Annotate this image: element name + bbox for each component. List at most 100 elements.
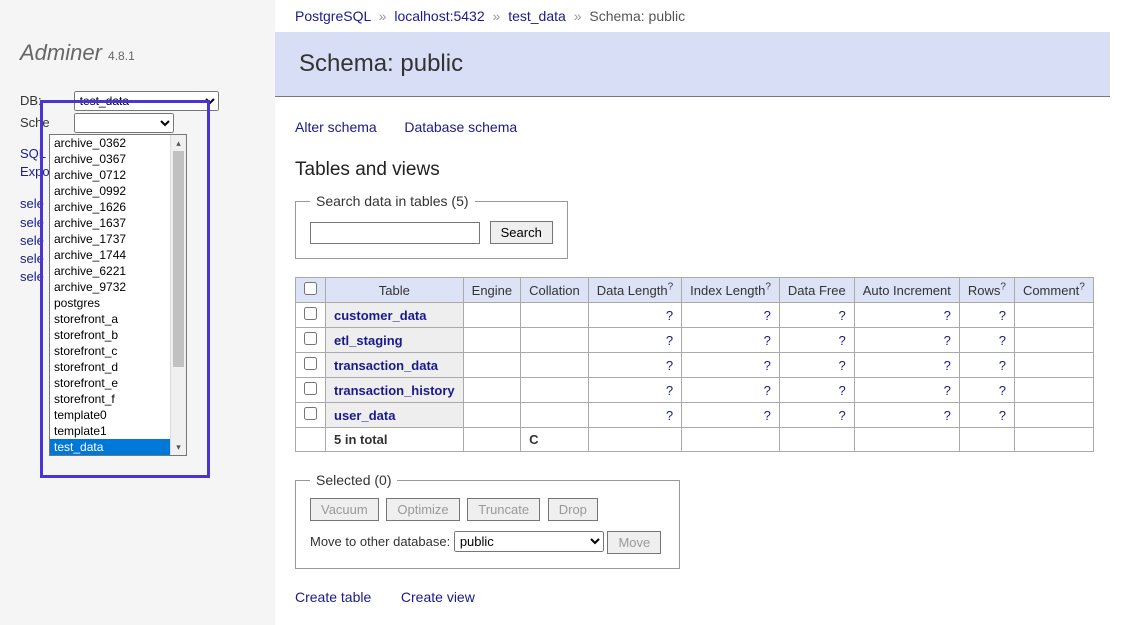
db-dropdown-item[interactable]: storefront_f xyxy=(50,391,170,407)
tables-table: Table Engine Collation Data Length? Inde… xyxy=(295,277,1094,452)
col-data-length[interactable]: Data Length? xyxy=(597,283,673,298)
table-name-link[interactable]: transaction_history xyxy=(334,383,455,398)
db-dropdown-item[interactable]: archive_1637 xyxy=(50,215,170,231)
row-checkbox[interactable] xyxy=(304,382,317,395)
search-input[interactable] xyxy=(310,222,480,244)
table-row: transaction_data????? xyxy=(296,353,1094,378)
data-length-link[interactable]: ? xyxy=(666,408,673,423)
create-table-link[interactable]: Create table xyxy=(295,589,371,605)
data-length-link[interactable]: ? xyxy=(666,308,673,323)
schema-select[interactable] xyxy=(74,113,174,133)
table-name-link[interactable]: user_data xyxy=(334,408,395,423)
rows-link[interactable]: ? xyxy=(999,333,1006,348)
db-dropdown-item[interactable]: storefront_c xyxy=(50,343,170,359)
optimize-button[interactable]: Optimize xyxy=(386,498,459,521)
breadcrumb-item[interactable]: PostgreSQL xyxy=(295,8,371,24)
auto-increment-link[interactable]: ? xyxy=(944,308,951,323)
db-dropdown-item[interactable]: archive_0367 xyxy=(50,151,170,167)
db-dropdown-item[interactable]: storefront_a xyxy=(50,311,170,327)
col-auto-increment[interactable]: Auto Increment xyxy=(863,283,951,298)
col-table[interactable]: Table xyxy=(379,283,410,298)
db-dropdown-item[interactable]: storefront_b xyxy=(50,327,170,343)
breadcrumb-item[interactable]: test_data xyxy=(508,8,566,24)
breadcrumb-item[interactable]: localhost:5432 xyxy=(394,8,484,24)
vacuum-button[interactable]: Vacuum xyxy=(310,498,379,521)
breadcrumb-sep: » xyxy=(379,8,387,24)
auto-increment-link[interactable]: ? xyxy=(944,333,951,348)
index-length-link[interactable]: ? xyxy=(764,408,771,423)
col-engine[interactable]: Engine xyxy=(472,283,512,298)
scrollbar[interactable]: ▴ ▾ xyxy=(170,135,186,455)
db-dropdown-item[interactable]: test_data xyxy=(50,439,170,455)
action-links: Alter schema Database schema xyxy=(295,119,1110,135)
db-dropdown-item[interactable]: storefront_e xyxy=(50,375,170,391)
alter-schema-link[interactable]: Alter schema xyxy=(295,119,377,135)
table-name-link[interactable]: transaction_data xyxy=(334,358,438,373)
footer-total: 5 in total xyxy=(326,428,464,452)
db-dropdown-item[interactable]: archive_9732 xyxy=(50,279,170,295)
db-dropdown-item[interactable]: archive_0712 xyxy=(50,167,170,183)
col-collation[interactable]: Collation xyxy=(529,283,580,298)
auto-increment-link[interactable]: ? xyxy=(944,408,951,423)
scroll-track[interactable] xyxy=(171,151,186,439)
data-length-link[interactable]: ? xyxy=(666,333,673,348)
db-dropdown-item[interactable]: archive_1737 xyxy=(50,231,170,247)
table-name-link[interactable]: etl_staging xyxy=(334,333,403,348)
data-free-link[interactable]: ? xyxy=(838,308,845,323)
db-dropdown-item[interactable]: template0 xyxy=(50,407,170,423)
db-dropdown-item[interactable]: archive_6221 xyxy=(50,263,170,279)
data-free-link[interactable]: ? xyxy=(838,358,845,373)
db-dropdown-item[interactable]: archive_1626 xyxy=(50,199,170,215)
index-length-link[interactable]: ? xyxy=(764,358,771,373)
db-dropdown-item[interactable]: postgres xyxy=(50,295,170,311)
db-select[interactable]: test_data xyxy=(74,91,219,111)
row-checkbox[interactable] xyxy=(304,332,317,345)
data-length-link[interactable]: ? xyxy=(666,358,673,373)
db-dropdown-open[interactable]: archive_0362archive_0367archive_0712arch… xyxy=(49,134,187,456)
logo-version: 4.8.1 xyxy=(108,49,135,63)
table-name-link[interactable]: customer_data xyxy=(334,308,426,323)
logo-name: Adminer xyxy=(20,40,102,65)
row-checkbox[interactable] xyxy=(304,357,317,370)
breadcrumb: PostgreSQL » localhost:5432 » test_data … xyxy=(275,0,1110,32)
search-legend: Search data in tables (5) xyxy=(310,193,475,209)
auto-increment-link[interactable]: ? xyxy=(944,383,951,398)
row-checkbox[interactable] xyxy=(304,307,317,320)
rows-link[interactable]: ? xyxy=(999,308,1006,323)
index-length-link[interactable]: ? xyxy=(764,383,771,398)
rows-link[interactable]: ? xyxy=(999,408,1006,423)
page-title-bar: Schema: public xyxy=(275,32,1110,97)
drop-button[interactable]: Drop xyxy=(548,498,598,521)
index-length-link[interactable]: ? xyxy=(764,308,771,323)
auto-increment-link[interactable]: ? xyxy=(944,358,951,373)
breadcrumb-sep: » xyxy=(574,8,582,24)
db-dropdown-item[interactable]: archive_0992 xyxy=(50,183,170,199)
rows-link[interactable]: ? xyxy=(999,383,1006,398)
db-dropdown-item[interactable]: storefront_d xyxy=(50,359,170,375)
select-all-checkbox[interactable] xyxy=(304,282,317,295)
db-dropdown-item[interactable]: archive_0362 xyxy=(50,135,170,151)
db-dropdown-item[interactable]: archive_1744 xyxy=(50,247,170,263)
col-rows[interactable]: Rows? xyxy=(968,283,1006,298)
database-schema-link[interactable]: Database schema xyxy=(404,119,517,135)
data-free-link[interactable]: ? xyxy=(838,408,845,423)
col-data-free[interactable]: Data Free xyxy=(788,283,846,298)
data-free-link[interactable]: ? xyxy=(838,383,845,398)
data-length-link[interactable]: ? xyxy=(666,383,673,398)
db-dropdown-item[interactable]: template1 xyxy=(50,423,170,439)
scroll-up-icon[interactable]: ▴ xyxy=(171,135,186,151)
rows-link[interactable]: ? xyxy=(999,358,1006,373)
move-db-select[interactable]: public xyxy=(454,531,604,552)
row-checkbox[interactable] xyxy=(304,407,317,420)
col-comment[interactable]: Comment? xyxy=(1023,283,1085,298)
search-button[interactable]: Search xyxy=(490,221,553,244)
scroll-thumb[interactable] xyxy=(173,151,184,367)
col-index-length[interactable]: Index Length? xyxy=(690,283,771,298)
move-button[interactable]: Move xyxy=(607,531,661,554)
truncate-button[interactable]: Truncate xyxy=(467,498,540,521)
create-view-link[interactable]: Create view xyxy=(401,589,475,605)
table-row: transaction_history????? xyxy=(296,378,1094,403)
index-length-link[interactable]: ? xyxy=(764,333,771,348)
scroll-down-icon[interactable]: ▾ xyxy=(171,439,186,455)
data-free-link[interactable]: ? xyxy=(838,333,845,348)
